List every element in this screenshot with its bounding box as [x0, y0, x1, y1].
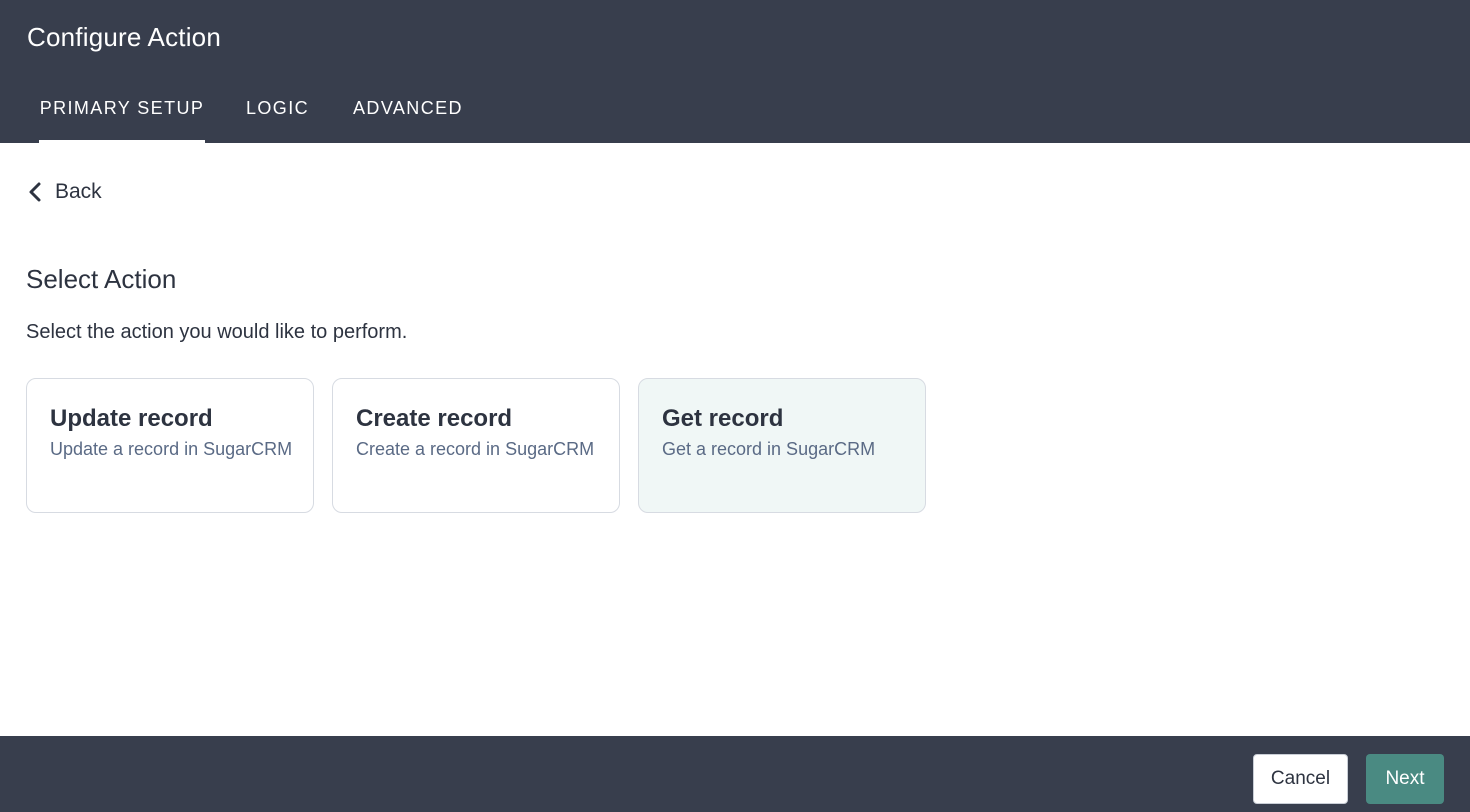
tab-primary-setup[interactable]: PRIMARY SETUP	[39, 88, 205, 143]
tab-label: ADVANCED	[353, 98, 463, 118]
tab-label: LOGIC	[246, 98, 310, 118]
back-label: Back	[55, 180, 102, 203]
action-card-update-record[interactable]: Update record Update a record in SugarCR…	[26, 378, 314, 513]
header: Configure Action PRIMARY SETUP LOGIC ADV…	[0, 0, 1470, 143]
card-title: Get record	[662, 405, 784, 432]
footer-bar: Cancel Next	[0, 736, 1470, 812]
tab-bar: PRIMARY SETUP LOGIC ADVANCED	[0, 88, 463, 143]
action-card-get-record[interactable]: Get record Get a record in SugarCRM	[638, 378, 926, 513]
back-link[interactable]: Back	[27, 180, 102, 204]
tab-advanced[interactable]: ADVANCED	[353, 88, 463, 143]
tab-logic[interactable]: LOGIC	[246, 88, 309, 143]
cancel-button[interactable]: Cancel	[1253, 754, 1348, 804]
card-description: Update a record in SugarCRM	[50, 439, 293, 459]
action-card-list: Update record Update a record in SugarCR…	[26, 378, 926, 513]
card-description: Get a record in SugarCRM	[662, 439, 876, 459]
card-description: Create a record in SugarCRM	[356, 439, 595, 459]
section-description: Select the action you would like to perf…	[26, 321, 408, 343]
tab-label: PRIMARY SETUP	[39, 98, 205, 118]
chevron-left-icon	[27, 181, 43, 203]
next-button[interactable]: Next	[1366, 754, 1444, 804]
card-title: Create record	[356, 405, 513, 432]
section-title: Select Action	[26, 264, 177, 294]
card-title: Update record	[50, 405, 213, 432]
active-tab-indicator	[39, 140, 205, 143]
action-card-create-record[interactable]: Create record Create a record in SugarCR…	[332, 378, 620, 513]
dialog-title: Configure Action	[27, 22, 221, 52]
